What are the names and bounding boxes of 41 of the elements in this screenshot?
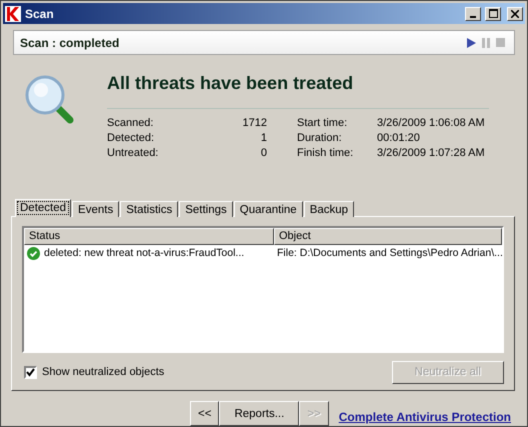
tab[interactable]: Events (72, 200, 120, 217)
scan-status: Scan : completed (20, 36, 120, 50)
stop-icon (496, 38, 505, 48)
play-icon (467, 38, 476, 48)
maximize-button[interactable] (485, 6, 501, 21)
maximize-icon (488, 9, 498, 18)
column-header[interactable]: Status (24, 228, 274, 245)
tab[interactable]: Quarantine (234, 200, 303, 217)
stat-label: Scanned: (107, 116, 154, 129)
table-cell: File: D:\Documents and Settings\Pedro Adrian\... (277, 247, 502, 260)
tab[interactable]: Statistics (120, 200, 178, 217)
checkbox[interactable] (24, 366, 37, 379)
app-logo-icon (5, 6, 21, 22)
checkbox-label: Show neutralized objects (42, 366, 164, 378)
stat-label: Start time: (297, 116, 348, 129)
close-button[interactable] (507, 6, 523, 21)
stat-label: Duration: (297, 132, 343, 144)
tab[interactable]: Backup (304, 200, 354, 217)
nav-button[interactable]: << (190, 401, 220, 426)
pause-icon (482, 38, 490, 48)
nav-button[interactable]: Reports... (219, 401, 300, 426)
stat-label: Untreated: (107, 146, 160, 159)
stat-label: Detected: (107, 132, 156, 144)
check-circle-icon (27, 246, 40, 260)
stat-value: 1 (260, 132, 267, 144)
minimize-button[interactable] (465, 6, 481, 21)
stat-value: 00:01:20 (377, 132, 421, 144)
stat-label: Finish time: (297, 146, 354, 159)
close-icon (511, 10, 519, 18)
result-heading: All threats have been treated (107, 72, 489, 109)
column-header[interactable]: Object (274, 228, 502, 245)
minimize-icon (470, 16, 476, 18)
tab[interactable]: Detected (15, 198, 72, 217)
stat-value: 3/26/2009 1:06:08 AM (377, 116, 485, 129)
window-title: Scan (25, 6, 55, 21)
stat-value: 0 (260, 146, 267, 159)
stat-value: 1712 (242, 116, 267, 129)
table-cell: deleted: new threat not-a-virus:FraudTool... (44, 247, 244, 260)
stat-value: 3/26/2009 1:07:28 AM (377, 146, 485, 159)
promo-link[interactable]: Complete Antivirus Protection (338, 410, 511, 424)
tab[interactable]: Settings (179, 200, 233, 217)
